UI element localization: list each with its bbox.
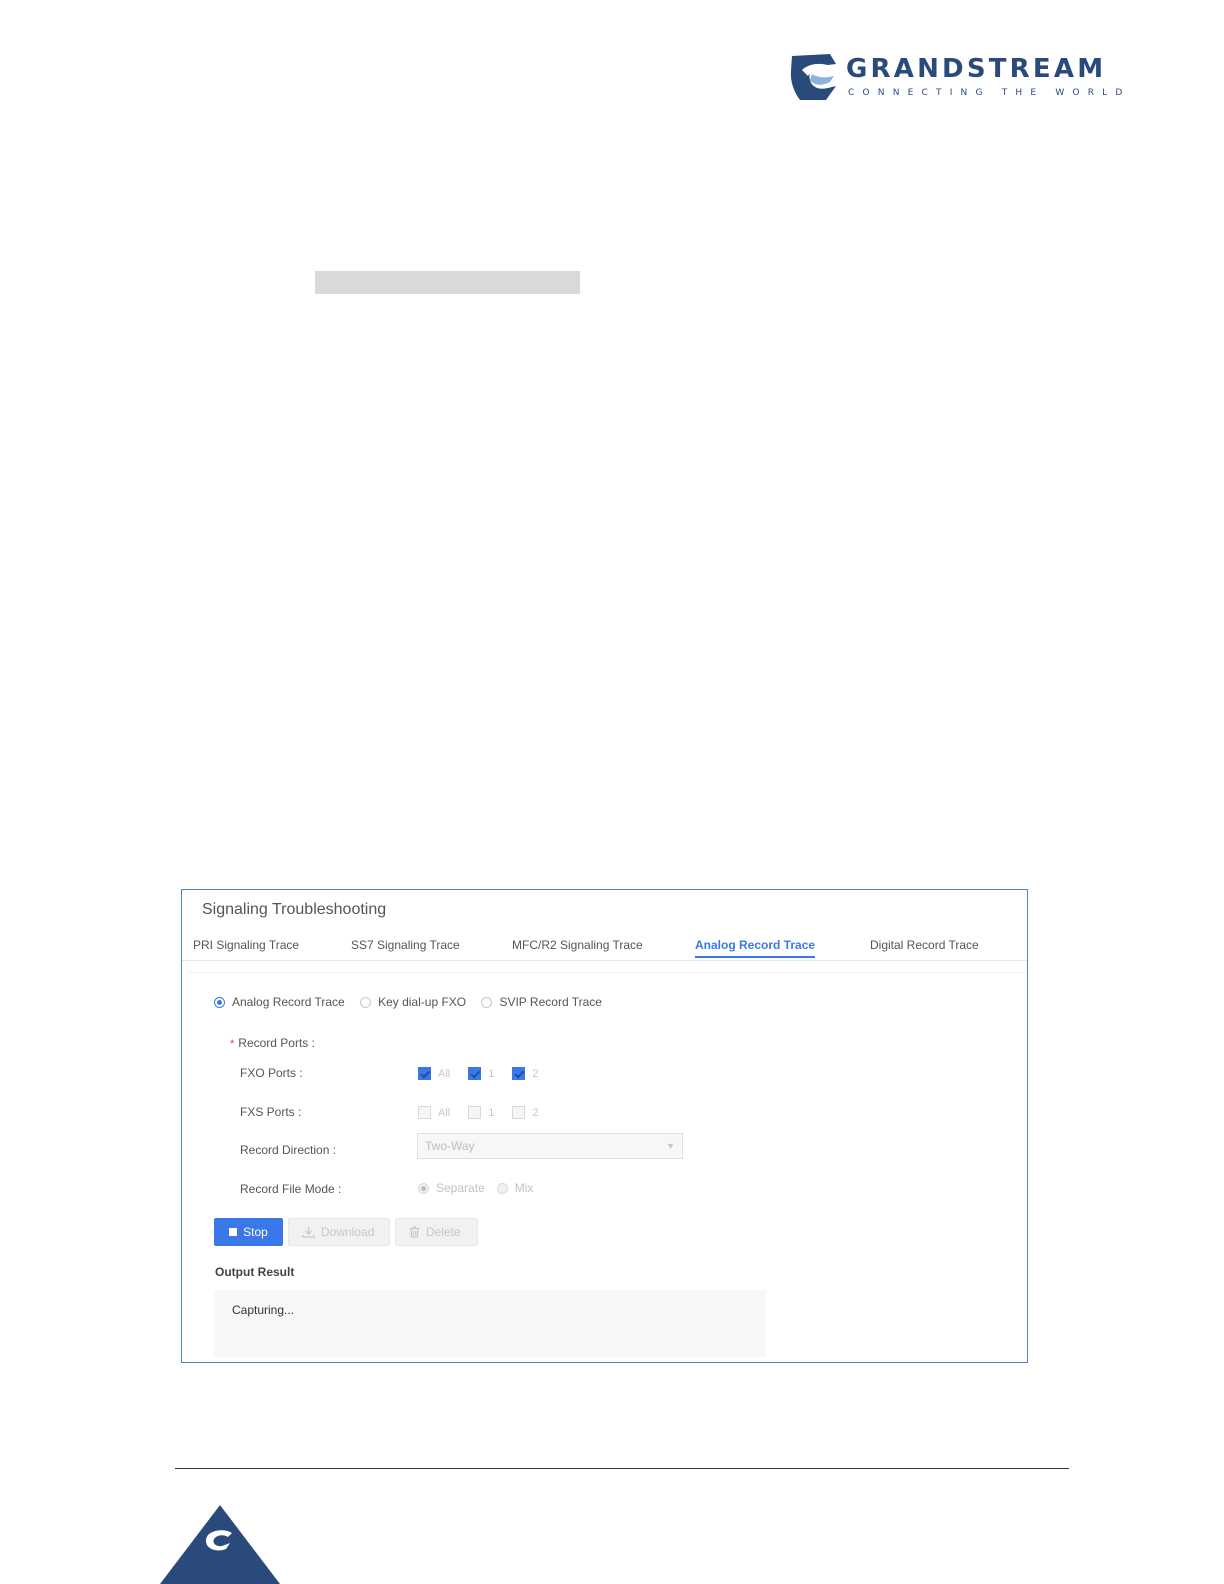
checkbox-label: All — [438, 1106, 451, 1119]
checkbox-label: 1 — [488, 1067, 495, 1080]
fxs-ports-checkboxes: All 1 2 — [418, 1106, 556, 1119]
radio-analog-record-trace[interactable]: Analog Record Trace — [214, 995, 345, 1009]
radio-label: Mix — [514, 1181, 534, 1195]
tab-digital-record-trace[interactable]: Digital Record Trace — [870, 938, 979, 956]
record-direction-label: Record Direction : — [240, 1143, 337, 1157]
radio-separate[interactable]: Separate — [418, 1181, 485, 1195]
signaling-troubleshooting-screenshot: Signaling Troubleshooting PRI Signaling … — [181, 889, 1028, 1363]
tab-panel: Analog Record Trace Key dial-up FXO SVIP… — [188, 972, 1027, 1362]
fxs-port-2-checkbox[interactable]: 2 — [512, 1106, 538, 1119]
record-direction-select[interactable]: Two-Way ▼ — [417, 1133, 683, 1159]
tab-pri-signaling-trace[interactable]: PRI Signaling Trace — [193, 938, 299, 956]
radio-empty-icon — [481, 996, 493, 1008]
output-result-text: Capturing... — [232, 1303, 295, 1317]
checkbox-checked-icon — [418, 1067, 431, 1080]
trace-type-radio-group: Analog Record Trace Key dial-up FXO SVIP… — [214, 995, 614, 1011]
fxs-port-1-checkbox[interactable]: 1 — [468, 1106, 494, 1119]
record-file-mode-label: Record File Mode : — [240, 1182, 342, 1196]
redacted-bar — [315, 271, 580, 294]
checkbox-label: All — [438, 1067, 451, 1080]
fxs-ports-label: FXS Ports : — [240, 1105, 302, 1119]
record-ports-label: * Record Ports : — [230, 1036, 315, 1050]
checkbox-label: 2 — [532, 1106, 539, 1119]
radio-selected-icon — [214, 996, 225, 1008]
fxo-ports-checkboxes: All 1 2 — [418, 1067, 556, 1080]
radio-key-dial-up-fxo[interactable]: Key dial-up FXO — [360, 995, 466, 1009]
fxo-port-1-checkbox[interactable]: 1 — [468, 1067, 494, 1080]
stop-button[interactable]: Stop — [214, 1218, 283, 1246]
radio-label: Key dial-up FXO — [378, 995, 467, 1009]
radio-label: Separate — [436, 1181, 485, 1195]
fxo-ports-label: FXO Ports : — [240, 1066, 303, 1080]
radio-label: SVIP Record Trace — [499, 995, 602, 1009]
checkbox-checked-icon — [512, 1067, 526, 1080]
tab-bar: PRI Signaling Trace SS7 Signaling Trace … — [182, 936, 1027, 961]
radio-svip-record-trace[interactable]: SVIP Record Trace — [481, 995, 602, 1009]
radio-empty-icon — [360, 996, 372, 1008]
checkbox-label: 2 — [532, 1067, 539, 1080]
checkbox-empty-icon — [468, 1106, 482, 1119]
chevron-down-icon: ▼ — [666, 1141, 675, 1151]
stop-icon — [229, 1228, 238, 1236]
radio-selected-icon — [418, 1182, 429, 1194]
delete-button[interactable]: Delete — [395, 1218, 478, 1246]
required-asterisk: * — [230, 1038, 235, 1050]
radio-label: Analog Record Trace — [232, 995, 345, 1009]
fxo-port-2-checkbox[interactable]: 2 — [512, 1067, 538, 1080]
delete-button-label: Delete — [426, 1225, 461, 1239]
fxs-port-all-checkbox[interactable]: All — [418, 1106, 450, 1119]
page-title: Signaling Troubleshooting — [202, 901, 387, 918]
footer-logo-icon — [160, 1505, 280, 1584]
brand-name: GRANDSTREAM — [846, 54, 1107, 84]
tab-analog-record-trace[interactable]: Analog Record Trace — [695, 938, 816, 958]
download-button[interactable]: Download — [288, 1218, 390, 1246]
fxo-port-all-checkbox[interactable]: All — [418, 1067, 450, 1080]
tab-ss7-signaling-trace[interactable]: SS7 Signaling Trace — [351, 938, 460, 956]
grandstream-logo-icon — [790, 54, 836, 100]
radio-empty-icon — [496, 1182, 508, 1194]
checkbox-empty-icon — [512, 1106, 526, 1119]
footer-divider — [175, 1468, 1069, 1469]
output-result-label: Output Result — [215, 1265, 295, 1279]
tab-mfc-r2-signaling-trace[interactable]: MFC/R2 Signaling Trace — [512, 938, 643, 956]
stop-button-label: Stop — [243, 1225, 268, 1239]
checkbox-checked-icon — [468, 1067, 482, 1080]
output-result-box: Capturing... — [214, 1290, 766, 1357]
grandstream-logo: GRANDSTREAM CONNECTING THE WORLD — [790, 52, 1122, 108]
checkbox-label: 1 — [488, 1106, 495, 1119]
action-buttons: Stop Download Delete — [214, 1218, 478, 1246]
record-file-mode-radio-group: Separate Mix — [418, 1181, 545, 1195]
trash-icon — [409, 1226, 420, 1238]
checkbox-empty-icon — [418, 1106, 431, 1119]
download-button-label: Download — [321, 1225, 375, 1239]
download-icon — [302, 1226, 315, 1238]
record-direction-value: Two-Way — [425, 1139, 475, 1153]
brand-tagline: CONNECTING THE WORLD — [848, 88, 1131, 98]
radio-mix[interactable]: Mix — [496, 1181, 534, 1195]
